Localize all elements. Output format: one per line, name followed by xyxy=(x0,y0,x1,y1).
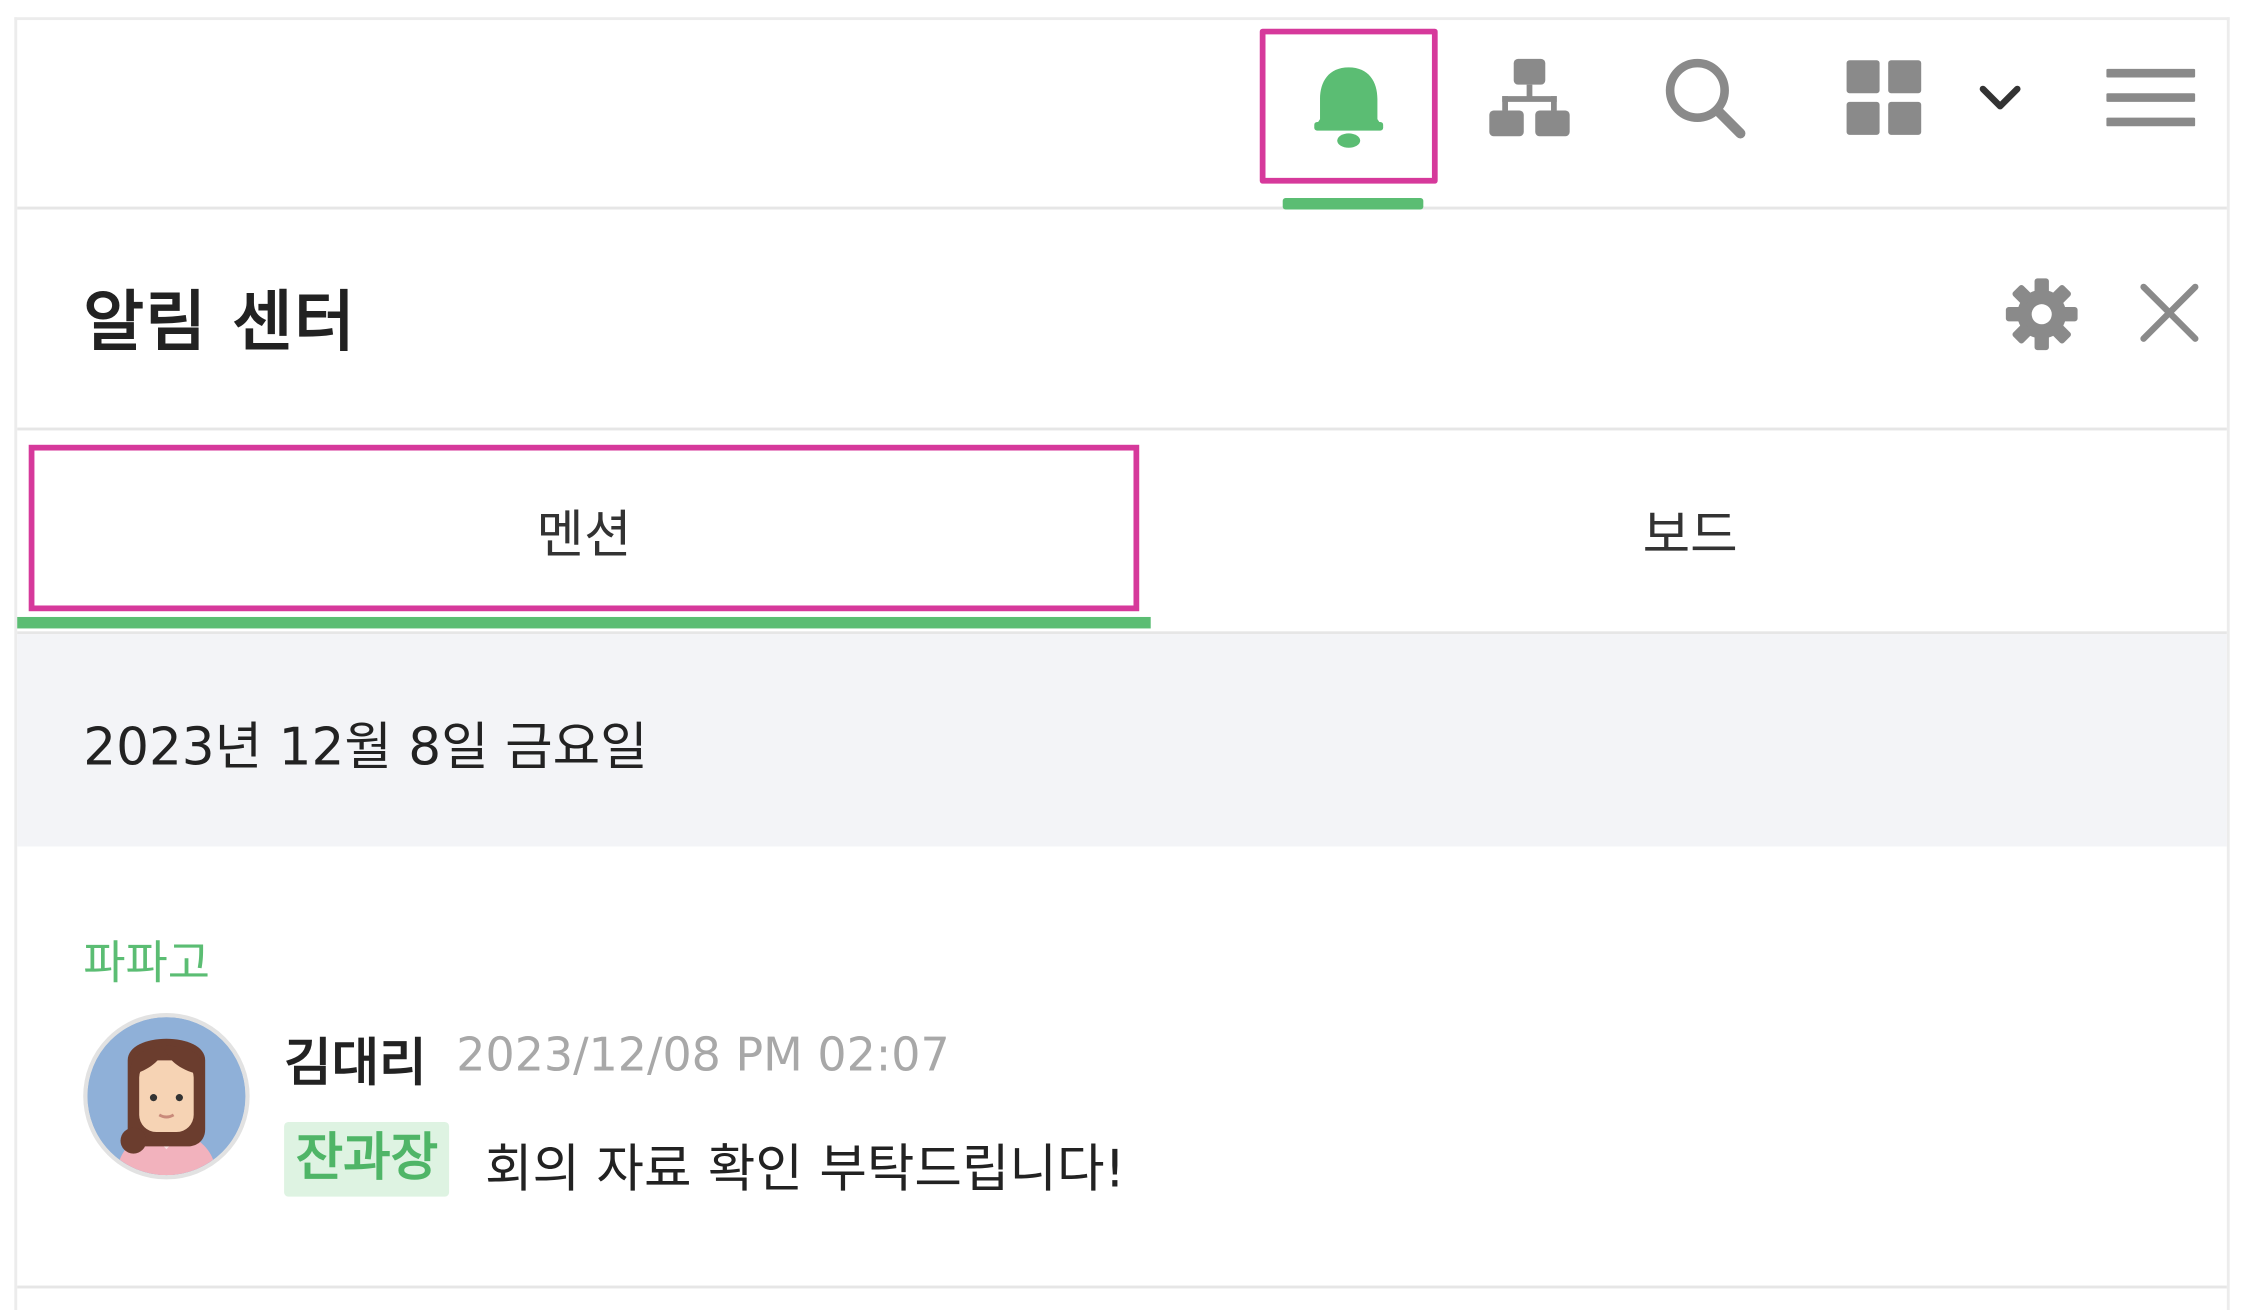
sender-name: 김대리 xyxy=(284,1034,427,1094)
tab-bar: 멘션 보드 xyxy=(17,430,2230,635)
panel-header: 알림 센터 xyxy=(17,209,2227,431)
close-icon xyxy=(2140,283,2199,342)
notification-app: 알림 센터 멘션 보드 2023년 12월 8일 금요일 파파고 김대리 202… xyxy=(0,0,2244,1310)
tab-mention[interactable]: 멘션 xyxy=(17,430,1150,631)
gear-icon xyxy=(2005,278,2078,351)
search-icon xyxy=(1665,58,1746,139)
page-title: 알림 센터 xyxy=(83,282,357,361)
mention-chip: 잔과장 xyxy=(284,1122,450,1197)
avatar xyxy=(83,1012,250,1180)
active-tab-indicator xyxy=(17,616,1151,629)
apps-grid-icon xyxy=(1846,60,1922,135)
top-toolbar xyxy=(17,20,2227,210)
notification-item[interactable]: 파파고 김대리 2023/12/08 PM 02:07 잔과장 회의 자료 확인… xyxy=(17,847,2227,1289)
avatar-image xyxy=(87,1017,246,1176)
notification-message: 회의 자료 확인 부탁드립니다! xyxy=(484,1140,1126,1200)
apps-menu-button[interactable] xyxy=(1837,52,2038,144)
notifications-button[interactable] xyxy=(1260,29,1438,187)
org-chart-button[interactable] xyxy=(1484,52,1576,144)
date-group-header: 2023년 12월 8일 금요일 xyxy=(17,634,2227,847)
org-chart-icon xyxy=(1489,58,1570,137)
hamburger-menu-icon xyxy=(2106,68,2196,127)
notification-timestamp: 2023/12/08 PM 02:07 xyxy=(456,1027,950,1082)
date-label: 2023년 12월 8일 금요일 xyxy=(83,718,648,778)
notification-panel: 알림 센터 멘션 보드 2023년 12월 8일 금요일 파파고 김대리 202… xyxy=(14,17,2230,1310)
notification-board-name: 파파고 xyxy=(83,935,210,991)
bell-icon xyxy=(1314,67,1384,148)
bell-active-indicator xyxy=(1282,198,1424,210)
tab-board[interactable]: 보드 xyxy=(1151,430,2230,631)
hamburger-menu-button[interactable] xyxy=(2101,52,2201,144)
tab-mention-label: 멘션 xyxy=(536,506,632,566)
search-button[interactable] xyxy=(1659,52,1751,144)
tab-board-label: 보드 xyxy=(1642,506,1738,566)
chevron-down-icon xyxy=(1979,85,2021,110)
settings-button[interactable] xyxy=(2003,275,2080,352)
close-button[interactable] xyxy=(2132,275,2207,350)
